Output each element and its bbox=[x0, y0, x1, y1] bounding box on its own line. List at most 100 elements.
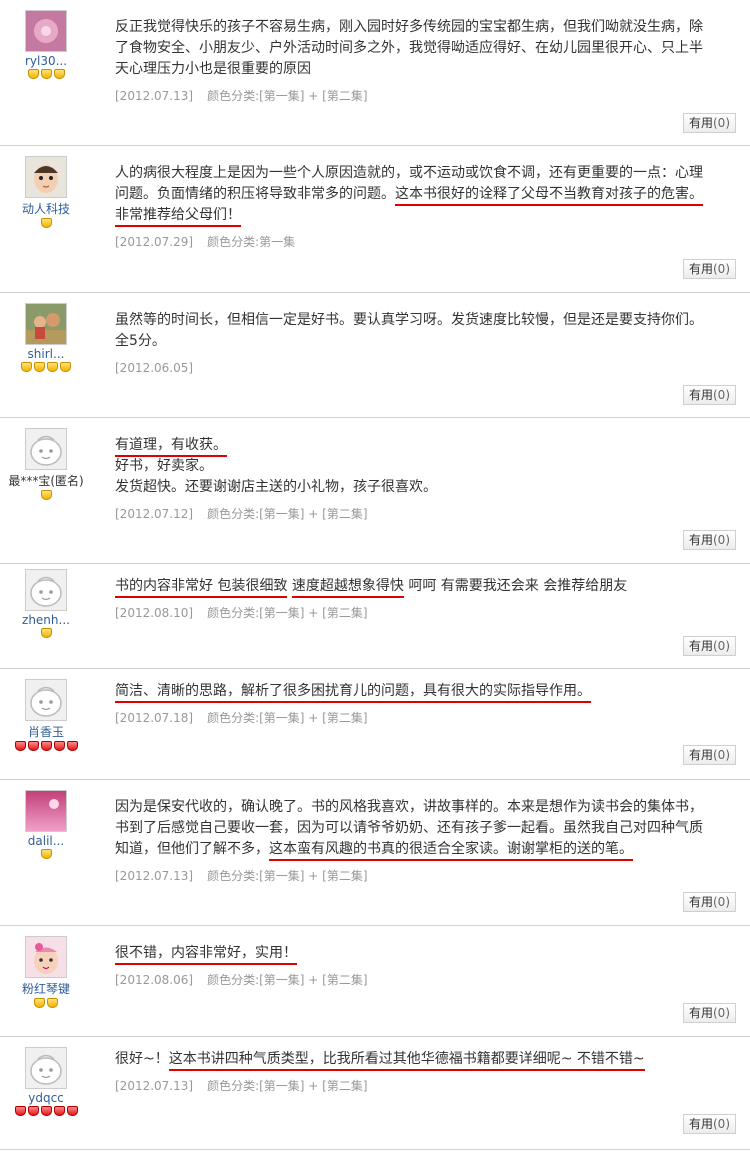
highlighted-text: 书的内容非常好 包装很细致 bbox=[115, 578, 288, 598]
reputation-badges bbox=[0, 217, 92, 229]
useful-count: (0) bbox=[713, 895, 730, 909]
review-content: 虽然等的时间长，但相信一定是好书。要认真学习呀。发货速度比较慢，但是还是要支持你… bbox=[115, 310, 715, 379]
reviewer-name[interactable]: 最***宝(匿名) bbox=[0, 472, 92, 489]
review-meta: [2012.06.05] bbox=[115, 358, 715, 379]
reviewer-name[interactable]: 粉红琴键 bbox=[0, 980, 92, 997]
color-category-value: [第一集] + [第二集] bbox=[259, 89, 368, 103]
useful-count: (0) bbox=[713, 639, 730, 653]
review-text: 虽然等的时间长，但相信一定是好书。要认真学习呀。发货速度比较慢，但是还是要支持你… bbox=[115, 310, 715, 352]
review-text: 人的病很大程度上是因为一些个人原因造就的，或不运动或饮食不调，还有更重要的一点：… bbox=[115, 163, 715, 227]
useful-count: (0) bbox=[713, 116, 730, 130]
review-text: 好书，好卖家。 bbox=[115, 456, 715, 477]
gold-diamond-icon bbox=[47, 362, 58, 372]
red-diamond-icon bbox=[27, 1106, 39, 1116]
review-content: 很不错，内容非常好，实用！ [2012.08.06] 颜色分类:[第一集] + [第… bbox=[115, 943, 715, 991]
gold-diamond-icon bbox=[21, 362, 32, 372]
review-content: 很好~！这本书讲四种气质类型，比我所看过其他华德福书籍都要详细呢~ 不错不错~ [… bbox=[115, 1049, 715, 1097]
avatar[interactable] bbox=[25, 679, 67, 721]
review-date: [2012.06.05] bbox=[115, 361, 194, 375]
review-content: 反正我觉得快乐的孩子不容易生病，刚入园时好多传统园的宝宝都生病，但我们呦就没生病… bbox=[115, 17, 715, 107]
gold-diamond-icon bbox=[34, 362, 45, 372]
reviewer-name[interactable]: zhenh... bbox=[0, 613, 92, 627]
red-diamond-icon bbox=[66, 1106, 78, 1116]
highlighted-text: 这本书讲四种气质类型，比我所看过其他华德福书籍都要详细呢~ 不错不错~ bbox=[168, 1051, 645, 1071]
review-meta: [2012.07.29] 颜色分类:第一集 bbox=[115, 232, 715, 253]
avatar[interactable] bbox=[25, 428, 67, 470]
useful-button[interactable]: 有用(0) bbox=[682, 530, 736, 550]
review-content: 人的病很大程度上是因为一些个人原因造就的，或不运动或饮食不调，还有更重要的一点：… bbox=[115, 163, 715, 253]
reviewer-name[interactable]: ydqcc bbox=[0, 1091, 92, 1105]
useful-button[interactable]: 有用(0) bbox=[682, 259, 736, 279]
review-text: 很好~！这本书讲四种气质类型，比我所看过其他华德福书籍都要详细呢~ 不错不错~ bbox=[115, 1049, 715, 1071]
color-category-label: 颜色分类: bbox=[207, 89, 260, 103]
avatar[interactable] bbox=[25, 569, 67, 611]
reviewer-info: dalil... bbox=[0, 790, 92, 860]
useful-button[interactable]: 有用(0) bbox=[682, 113, 736, 133]
useful-button[interactable]: 有用(0) bbox=[682, 385, 736, 405]
review-date: [2012.07.12] bbox=[115, 507, 194, 521]
text-segment: 很好~！ bbox=[115, 1051, 169, 1067]
review-text: 发货超快。还要谢谢店主送的小礼物，孩子很喜欢。 bbox=[115, 477, 715, 498]
gold-diamond-icon bbox=[60, 362, 71, 372]
avatar[interactable] bbox=[25, 1047, 67, 1089]
review-content: 书的内容非常好 包装很细致 速度超越想象得快 呵呵 有需要我还会来 会推荐给朋友… bbox=[115, 576, 715, 624]
review-date: [2012.07.13] bbox=[115, 1079, 194, 1093]
avatar[interactable] bbox=[25, 790, 67, 832]
color-category-value: [第一集] + [第二集] bbox=[259, 869, 368, 883]
avatar[interactable] bbox=[25, 936, 67, 978]
reviewer-info: ryl30... bbox=[0, 10, 92, 80]
color-category-label: 颜色分类: bbox=[207, 606, 260, 620]
gold-diamond-icon bbox=[34, 998, 45, 1008]
reviewer-name[interactable]: 动人科技 bbox=[0, 200, 92, 217]
avatar[interactable] bbox=[25, 303, 67, 345]
useful-count: (0) bbox=[713, 262, 730, 276]
review-meta: [2012.07.13] 颜色分类:[第一集] + [第二集] bbox=[115, 1076, 715, 1097]
reviewer-info: ydqcc bbox=[0, 1047, 92, 1117]
review-meta: [2012.08.06] 颜色分类:[第一集] + [第二集] bbox=[115, 970, 715, 991]
text-segment: 呵呵 有需要我还会来 会推荐给朋友 bbox=[403, 578, 628, 594]
useful-button[interactable]: 有用(0) bbox=[682, 1003, 736, 1023]
text-segment: 反正我觉得快乐的孩子不容易生病，刚入园时好多传统园的宝宝都生病，但我们呦就没生病… bbox=[115, 19, 703, 77]
reviewer-name[interactable]: shirl... bbox=[0, 347, 92, 361]
reviewer-info: 粉红琴键 bbox=[0, 936, 92, 1009]
useful-button[interactable]: 有用(0) bbox=[682, 636, 736, 656]
reviewer-name[interactable]: dalil... bbox=[0, 834, 92, 848]
reviewer-name[interactable]: 肖香玉 bbox=[0, 723, 92, 740]
avatar[interactable] bbox=[25, 10, 67, 52]
review-meta: [2012.07.13] 颜色分类:[第一集] + [第二集] bbox=[115, 866, 715, 887]
useful-button[interactable]: 有用(0) bbox=[682, 892, 736, 912]
color-category-value: [第一集] + [第二集] bbox=[259, 606, 368, 620]
review-meta: [2012.07.12] 颜色分类:[第一集] + [第二集] bbox=[115, 504, 715, 525]
color-category-value: 第一集 bbox=[259, 235, 296, 249]
review-meta: [2012.07.13] 颜色分类:[第一集] + [第二集] bbox=[115, 86, 715, 107]
useful-button[interactable]: 有用(0) bbox=[682, 1114, 736, 1134]
gold-diamond-icon bbox=[27, 69, 39, 79]
useful-label: 有用 bbox=[688, 1117, 713, 1131]
red-diamond-icon bbox=[40, 741, 52, 751]
color-category-label: 颜色分类: bbox=[207, 507, 260, 521]
reviewer-name[interactable]: ryl30... bbox=[0, 54, 92, 68]
reviewer-info: 动人科技 bbox=[0, 156, 92, 229]
useful-button[interactable]: 有用(0) bbox=[682, 745, 736, 765]
reputation-badges bbox=[0, 68, 92, 80]
review-text: 很不错，内容非常好，实用！ bbox=[115, 943, 715, 965]
gold-diamond-icon bbox=[47, 998, 58, 1008]
highlighted-text: 很不错，内容非常好，实用！ bbox=[115, 945, 297, 965]
avatar[interactable] bbox=[25, 156, 67, 198]
review-text: 书的内容非常好 包装很细致 速度超越想象得快 呵呵 有需要我还会来 会推荐给朋友 bbox=[115, 576, 715, 598]
color-category-value: [第一集] + [第二集] bbox=[259, 1079, 368, 1093]
review-item: 最***宝(匿名) 有道理，有收获。 好书，好卖家。 发货超快。还要谢谢店主送的小礼物… bbox=[0, 418, 750, 564]
reviewer-info: 肖香玉 bbox=[0, 679, 92, 752]
red-diamond-icon bbox=[27, 741, 39, 751]
review-item: 粉红琴键 很不错，内容非常好，实用！ [2012.08.06] 颜色分类:[第一集] … bbox=[0, 926, 750, 1037]
review-date: [2012.07.29] bbox=[115, 235, 194, 249]
useful-label: 有用 bbox=[688, 1006, 713, 1020]
reviewer-info: shirl... bbox=[0, 303, 92, 373]
reputation-badges bbox=[0, 361, 92, 373]
review-content: 简洁、清晰的思路，解析了很多困扰育儿的问题，具有很大的实际指导作用。 [2012.… bbox=[115, 681, 715, 729]
color-category-value: [第一集] + [第二集] bbox=[259, 711, 368, 725]
reputation-badges bbox=[0, 848, 92, 860]
gold-diamond-icon bbox=[40, 69, 52, 79]
review-text: 有道理，有收获。 bbox=[115, 435, 715, 457]
color-category-label: 颜色分类: bbox=[207, 1079, 260, 1093]
